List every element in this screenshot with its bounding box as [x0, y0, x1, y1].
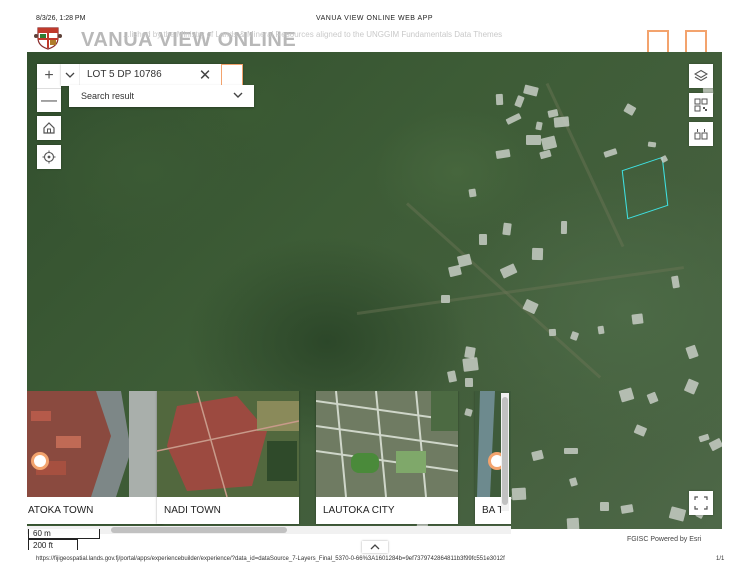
search-submit-button[interactable] [221, 64, 243, 86]
building-rooftop [514, 95, 525, 108]
panel-collapse-button[interactable] [362, 541, 388, 553]
building-rooftop [620, 504, 634, 514]
building-rooftop [660, 155, 669, 164]
building-rooftop [446, 370, 458, 383]
building-rooftop [646, 392, 658, 405]
header-account-button[interactable] [685, 30, 707, 52]
gallery-previous-button[interactable] [31, 452, 49, 470]
building-rooftop [647, 141, 656, 148]
building-rooftop [495, 93, 503, 106]
building-rooftop [671, 275, 680, 289]
building-rooftop [462, 357, 479, 372]
building-rooftop [564, 447, 579, 454]
building-rooftop [464, 377, 473, 388]
zoom-out-button[interactable]: — [37, 88, 61, 113]
scrollbar-thumb[interactable] [502, 397, 508, 505]
basemap-icon [694, 129, 708, 140]
print-page-title: VANUA VIEW ONLINE WEB APP [315, 15, 433, 22]
search-result-label: Search result [81, 91, 135, 101]
building-rooftop [603, 147, 618, 158]
chevron-down-icon [65, 72, 75, 78]
bookmark-thumbnail [27, 391, 163, 497]
bookmark-thumbnail [157, 391, 299, 497]
building-rooftop [633, 424, 647, 437]
fiji-crest-icon [34, 27, 62, 50]
bookmark-label: LAUTOKA CITY [323, 505, 395, 516]
scale-imperial: 200 ft [28, 539, 78, 550]
building-rooftop [511, 487, 526, 501]
building-rooftop [456, 253, 472, 268]
search-result-dropdown[interactable]: Search result [69, 85, 254, 107]
bookmark-label: NADI TOWN [164, 505, 221, 516]
building-rooftop [530, 449, 544, 461]
chevron-up-icon [370, 544, 380, 550]
bookmark-card-nadi-town[interactable]: NADI TOWN [157, 391, 299, 524]
building-rooftop [618, 387, 635, 403]
fullscreen-button[interactable] [689, 491, 713, 515]
search-source-dropdown[interactable] [61, 64, 80, 86]
home-button[interactable] [37, 116, 61, 140]
building-rooftop [631, 313, 645, 325]
locate-icon [42, 150, 56, 164]
scale-metric: 60 m [28, 529, 100, 539]
highlighted-parcel[interactable] [621, 156, 669, 220]
search-input[interactable]: LOT 5 DP 10786 [87, 69, 162, 80]
print-url: https://fijigeospatial.lands.gov.fj/port… [36, 556, 505, 562]
search-clear-icon[interactable]: ✕ [197, 67, 213, 84]
building-rooftop [568, 477, 578, 488]
building-rooftop [526, 134, 542, 146]
locate-button[interactable] [37, 145, 61, 169]
building-rooftop [538, 149, 552, 160]
search-widget: LOT 5 DP 10786 ✕ [61, 64, 243, 86]
app-header: VANUA VIEW ONLINE ...lished by the Minis… [27, 24, 722, 52]
building-rooftop [540, 135, 557, 151]
building-rooftop [684, 378, 699, 395]
building-rooftop [597, 325, 606, 334]
building-rooftop [531, 247, 544, 261]
building-rooftop [505, 112, 521, 125]
building-rooftop [553, 115, 570, 127]
building-rooftop [502, 222, 512, 236]
gallery-vertical-scrollbar[interactable] [501, 393, 509, 511]
building-rooftop [534, 121, 543, 131]
map-road [545, 82, 625, 248]
building-rooftop [623, 102, 637, 116]
print-page-number: 1/1 [716, 556, 725, 562]
bookmark-label: ATOKA TOWN [28, 505, 94, 516]
chevron-down-icon [233, 92, 243, 98]
building-rooftop [569, 330, 579, 341]
basemap-gallery-button[interactable] [689, 122, 713, 146]
building-rooftop [561, 220, 568, 234]
building-rooftop [468, 188, 476, 198]
layers-icon [694, 69, 708, 82]
zoom-in-button[interactable]: + [37, 64, 61, 88]
building-rooftop [668, 506, 687, 522]
zoom-control: + — [37, 64, 61, 112]
layer-list-button[interactable] [689, 64, 713, 88]
building-rooftop [522, 84, 539, 96]
app-subtitle: ...lished by the Ministry of Lands & Min… [123, 30, 503, 39]
bookmark-gallery: ATOKA TOWN NADI TOWN LAUTOKA CITY BA T [27, 391, 511, 529]
qr-code-button[interactable] [689, 93, 713, 117]
map-attribution: FGISC Powered by Esri [627, 536, 702, 543]
building-rooftop [479, 233, 488, 245]
header-menu-button[interactable] [647, 30, 669, 52]
building-rooftop [499, 262, 517, 278]
building-rooftop [548, 328, 557, 336]
building-rooftop [708, 438, 722, 452]
bookmark-thumbnail [316, 391, 458, 497]
fullscreen-icon [694, 496, 708, 510]
building-rooftop [566, 517, 580, 529]
qr-code-icon [694, 98, 708, 112]
building-rooftop [600, 502, 610, 511]
print-header: 8/3/26, 1:28 PM VANUA VIEW ONLINE WEB AP… [0, 0, 749, 24]
building-rooftop [698, 433, 710, 443]
building-rooftop [495, 148, 511, 159]
home-icon [43, 122, 55, 134]
bookmark-card-lautoka-city[interactable]: LAUTOKA CITY [316, 391, 458, 524]
scrollbar-thumb[interactable] [111, 527, 287, 533]
building-rooftop [440, 295, 450, 304]
building-rooftop [684, 344, 699, 359]
